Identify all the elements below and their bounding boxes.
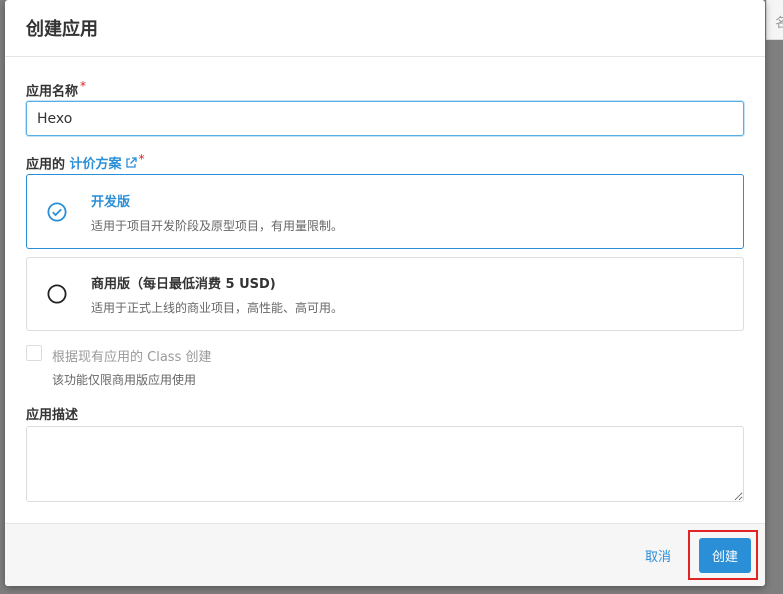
cancel-button[interactable]: 取消 [645, 546, 671, 565]
background-page-fragment: 名 [766, 0, 783, 40]
dialog-footer: 取消 创建 [5, 523, 765, 586]
app-name-input[interactable] [26, 101, 744, 136]
required-mark: * [80, 79, 87, 93]
plan-title: 商用版（每日最低消费 5 USD) [91, 277, 276, 292]
background-text: 名 [775, 16, 783, 31]
required-mark: * [138, 152, 145, 166]
clone-class-label: 根据现有应用的 Class 创建 [52, 350, 212, 365]
app-name-label: 应用名称 * [26, 79, 86, 99]
pricing-plan-link-text: 计价方案 [69, 157, 122, 173]
plan-title: 开发版 [91, 195, 131, 210]
app-description-label: 应用描述 [26, 404, 78, 423]
plan-description: 适用于正式上线的商业项目，高性能、高可用。 [91, 301, 344, 315]
plan-description: 适用于项目开发阶段及原型项目，有用量限制。 [91, 219, 344, 233]
radio-circle-icon [47, 284, 67, 304]
check-circle-icon [47, 202, 67, 222]
dialog-title: 创建应用 [26, 19, 98, 40]
app-description-textarea[interactable] [26, 426, 744, 502]
create-button[interactable]: 创建 [699, 538, 751, 573]
clone-class-hint: 该功能仅限商用版应用使用 [52, 373, 197, 387]
pricing-label: 应用的 计价方案 * [26, 152, 145, 173]
external-link-icon [125, 157, 137, 173]
plan-option-development[interactable]: 开发版 适用于项目开发阶段及原型项目，有用量限制。 [26, 174, 744, 249]
app-name-label-text: 应用名称 [26, 84, 79, 100]
pricing-plan-link[interactable]: 计价方案 [70, 157, 137, 172]
pricing-label-prefix: 应用的 [26, 157, 66, 173]
app-description-label-text: 应用描述 [26, 408, 79, 423]
create-app-dialog: 创建应用 应用名称* 应用的 计价方案* 开发版 适用于项目开发阶段及原型项目，… [5, 0, 765, 586]
dialog-header: 创建应用 [5, 0, 765, 57]
plan-option-commercial[interactable]: 商用版（每日最低消费 5 USD) 适用于正式上线的商业项目，高性能、高可用。 [26, 257, 744, 331]
clone-class-checkbox[interactable] [26, 345, 42, 361]
